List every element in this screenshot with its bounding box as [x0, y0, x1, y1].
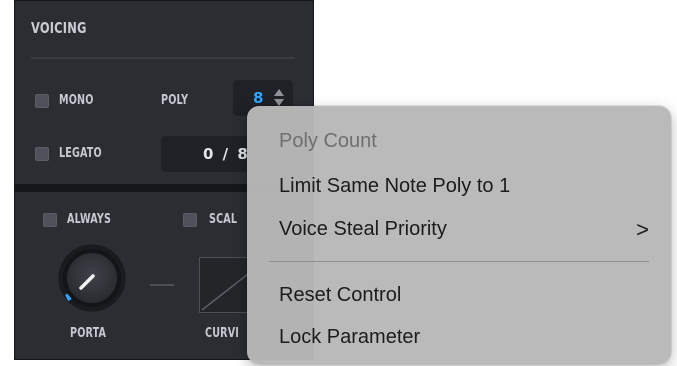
section-title-voicing: VOICING [31, 19, 87, 37]
legato-checkbox[interactable] [35, 147, 49, 161]
curve-label: CURVI [205, 326, 240, 341]
poly-count-value: 8 [253, 89, 264, 107]
porta-label: PORTA [70, 326, 107, 341]
poly-label: POLY [161, 93, 189, 108]
stepper-arrows-icon[interactable] [273, 88, 285, 108]
chevron-down-icon[interactable] [274, 99, 284, 106]
menu-item-limit-same-note[interactable]: Limit Same Note Poly to 1 [279, 175, 510, 198]
submenu-chevron-icon: > [636, 217, 649, 242]
mono-label: MONO [59, 93, 94, 108]
context-menu: Poly Count Limit Same Note Poly to 1 Voi… [247, 106, 671, 364]
chevron-up-icon[interactable] [274, 89, 284, 96]
porta-knob[interactable] [63, 249, 121, 307]
menu-item-voice-steal-priority[interactable]: Voice Steal Priority [279, 218, 447, 241]
menu-item-lock-parameter[interactable]: Lock Parameter [279, 326, 420, 349]
knob-connector-line [150, 284, 174, 286]
active-voices-value: 0 / 8 [203, 145, 250, 163]
section-divider [31, 57, 295, 59]
scale-checkbox[interactable] [183, 213, 197, 227]
knob-pointer-icon [79, 274, 95, 290]
legato-label: LEGATO [59, 146, 102, 161]
menu-separator [269, 261, 649, 262]
always-checkbox[interactable] [43, 213, 57, 227]
menu-item-reset-control[interactable]: Reset Control [279, 284, 401, 307]
mono-checkbox[interactable] [35, 94, 49, 108]
scale-label: SCAL [209, 212, 238, 227]
menu-header-poly-count: Poly Count [279, 130, 377, 152]
always-label: ALWAYS [67, 212, 112, 227]
